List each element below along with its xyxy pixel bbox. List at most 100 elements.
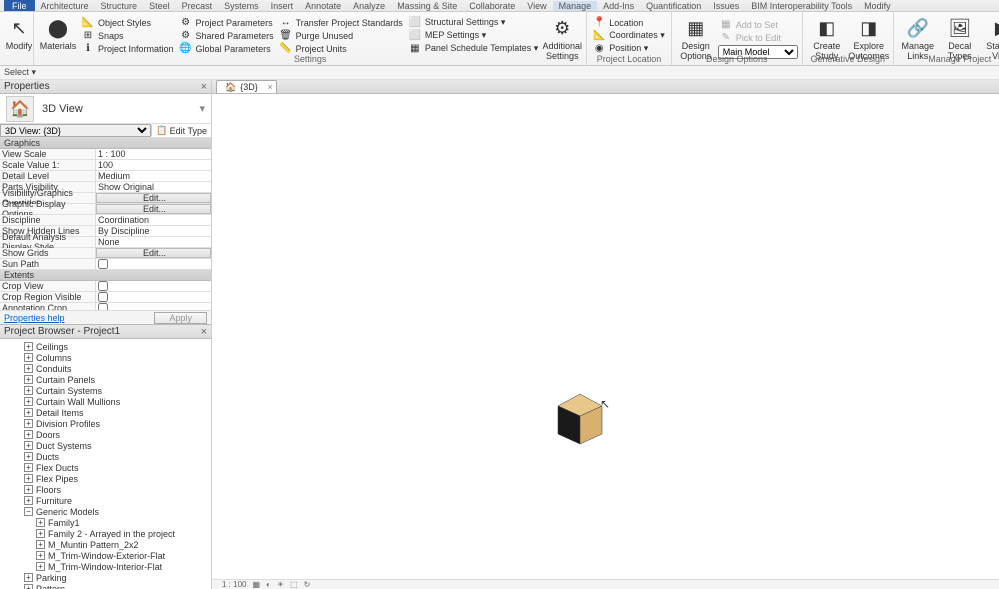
- tree-item[interactable]: +Division Profiles: [0, 418, 211, 429]
- menu-item[interactable]: Annotate: [299, 1, 347, 11]
- ribbon-small-button[interactable]: ⬜MEP Settings ▾: [407, 29, 540, 42]
- menu-item[interactable]: Structure: [95, 1, 144, 11]
- tree-item[interactable]: +Doors: [0, 429, 211, 440]
- tree-item[interactable]: +M_Muntin Pattern_2x2: [0, 539, 211, 550]
- ribbon-small-button[interactable]: 📍Location: [591, 16, 667, 29]
- expand-icon[interactable]: +: [24, 430, 33, 439]
- ribbon-small-button[interactable]: ⊞Snaps: [80, 29, 176, 42]
- property-value[interactable]: 1 : 100: [96, 149, 211, 159]
- property-value[interactable]: By Discipline: [96, 226, 211, 236]
- menu-file[interactable]: File: [4, 0, 35, 11]
- tree-item[interactable]: +Ducts: [0, 451, 211, 462]
- status-icon[interactable]: ⬚: [290, 580, 298, 589]
- ribbon-small-button[interactable]: ⬜Structural Settings ▾: [407, 16, 540, 29]
- menu-item[interactable]: Insert: [265, 1, 300, 11]
- menu-item[interactable]: Manage: [553, 1, 598, 11]
- tree-item[interactable]: +Parking: [0, 572, 211, 583]
- expand-icon[interactable]: +: [24, 584, 33, 589]
- menu-item[interactable]: Issues: [707, 1, 745, 11]
- close-icon[interactable]: ×: [201, 326, 207, 338]
- chevron-down-icon[interactable]: ▾: [199, 102, 205, 115]
- 3d-canvas[interactable]: ↖: [212, 94, 999, 579]
- property-value[interactable]: [96, 292, 211, 302]
- menu-item[interactable]: Add-Ins: [597, 1, 640, 11]
- properties-help-link[interactable]: Properties help: [4, 313, 65, 323]
- tree-item[interactable]: +Floors: [0, 484, 211, 495]
- type-selector[interactable]: 3D View: {3D}: [0, 124, 151, 137]
- expand-icon[interactable]: +: [36, 518, 45, 527]
- ribbon-small-button[interactable]: ↔Transfer Project Standards: [278, 16, 405, 29]
- property-value[interactable]: Edit...: [96, 204, 211, 214]
- ribbon-small-button[interactable]: 📐Object Styles: [80, 16, 176, 29]
- tree-item[interactable]: −Generic Models: [0, 506, 211, 517]
- tree-item[interactable]: +Conduits: [0, 363, 211, 374]
- ribbon-small-button[interactable]: ⚙Shared Parameters: [178, 29, 276, 42]
- menu-item[interactable]: Quantification: [640, 1, 707, 11]
- expand-icon[interactable]: +: [24, 463, 33, 472]
- tree-item[interactable]: +Furniture: [0, 495, 211, 506]
- ribbon-small-button[interactable]: ⚙Project Parameters: [178, 16, 276, 29]
- property-value[interactable]: Medium: [96, 171, 211, 181]
- property-value[interactable]: [96, 259, 211, 269]
- menu-item[interactable]: Steel: [143, 1, 176, 11]
- expand-icon[interactable]: +: [24, 364, 33, 373]
- tree-item[interactable]: +Family1: [0, 517, 211, 528]
- tree-item[interactable]: +Pattern: [0, 583, 211, 589]
- expand-icon[interactable]: +: [24, 419, 33, 428]
- menu-item[interactable]: View: [521, 1, 552, 11]
- scale-label[interactable]: 1 : 100: [222, 580, 246, 589]
- tree-item[interactable]: +Flex Pipes: [0, 473, 211, 484]
- ribbon-small-button[interactable]: 📐Coordinates ▾: [591, 29, 667, 42]
- expand-icon[interactable]: +: [24, 386, 33, 395]
- status-icon[interactable]: ◐: [266, 580, 271, 589]
- status-icon[interactable]: ↻: [304, 580, 311, 589]
- expand-icon[interactable]: +: [36, 551, 45, 560]
- property-section-header[interactable]: Extents: [0, 270, 211, 281]
- expand-icon[interactable]: −: [24, 507, 33, 516]
- property-value[interactable]: Show Original: [96, 182, 211, 192]
- property-value[interactable]: None: [96, 237, 211, 247]
- menu-item[interactable]: Collaborate: [463, 1, 521, 11]
- tree-item[interactable]: +Family 2 - Arrayed in the project: [0, 528, 211, 539]
- expand-icon[interactable]: +: [24, 375, 33, 384]
- tree-item[interactable]: +Ceilings: [0, 341, 211, 352]
- edit-type-button[interactable]: 📋 Edit Type: [151, 125, 211, 136]
- menu-item[interactable]: Massing & Site: [391, 1, 463, 11]
- expand-icon[interactable]: +: [24, 441, 33, 450]
- menu-item[interactable]: Precast: [176, 1, 219, 11]
- property-value[interactable]: 100: [96, 160, 211, 170]
- property-section-header[interactable]: Graphics: [0, 138, 211, 149]
- menu-item[interactable]: Systems: [218, 1, 265, 11]
- ribbon-small-button[interactable]: 🗑Purge Unused: [278, 29, 405, 42]
- expand-icon[interactable]: +: [24, 485, 33, 494]
- property-value[interactable]: [96, 281, 211, 291]
- expand-icon[interactable]: +: [24, 342, 33, 351]
- tree-item[interactable]: +M_Trim-Window-Exterior-Flat: [0, 550, 211, 561]
- tree-item[interactable]: +Curtain Systems: [0, 385, 211, 396]
- menu-item[interactable]: Analyze: [347, 1, 391, 11]
- expand-icon[interactable]: +: [24, 408, 33, 417]
- apply-button[interactable]: Apply: [154, 312, 207, 324]
- tree-item[interactable]: +Duct Systems: [0, 440, 211, 451]
- menu-item[interactable]: Architecture: [35, 1, 95, 11]
- tree-item[interactable]: +Flex Ducts: [0, 462, 211, 473]
- tree-item[interactable]: +Detail Items: [0, 407, 211, 418]
- property-value[interactable]: Coordination: [96, 215, 211, 225]
- expand-icon[interactable]: +: [24, 452, 33, 461]
- tree-item[interactable]: +Columns: [0, 352, 211, 363]
- expand-icon[interactable]: +: [24, 397, 33, 406]
- expand-icon[interactable]: +: [24, 573, 33, 582]
- tree-item[interactable]: +Curtain Wall Mullions: [0, 396, 211, 407]
- expand-icon[interactable]: +: [24, 496, 33, 505]
- tree-item[interactable]: +M_Trim-Window-Interior-Flat: [0, 561, 211, 572]
- select-strip[interactable]: Select ▾: [0, 66, 999, 80]
- modify-button[interactable]: ↖ Modify: [4, 14, 34, 51]
- close-icon[interactable]: ×: [201, 81, 207, 93]
- expand-icon[interactable]: +: [36, 540, 45, 549]
- expand-icon[interactable]: +: [36, 562, 45, 571]
- menu-item[interactable]: BIM Interoperability Tools: [745, 1, 858, 11]
- status-icon[interactable]: ☀: [277, 580, 284, 589]
- tree-item[interactable]: +Curtain Panels: [0, 374, 211, 385]
- expand-icon[interactable]: +: [24, 474, 33, 483]
- model-cube[interactable]: [558, 394, 602, 444]
